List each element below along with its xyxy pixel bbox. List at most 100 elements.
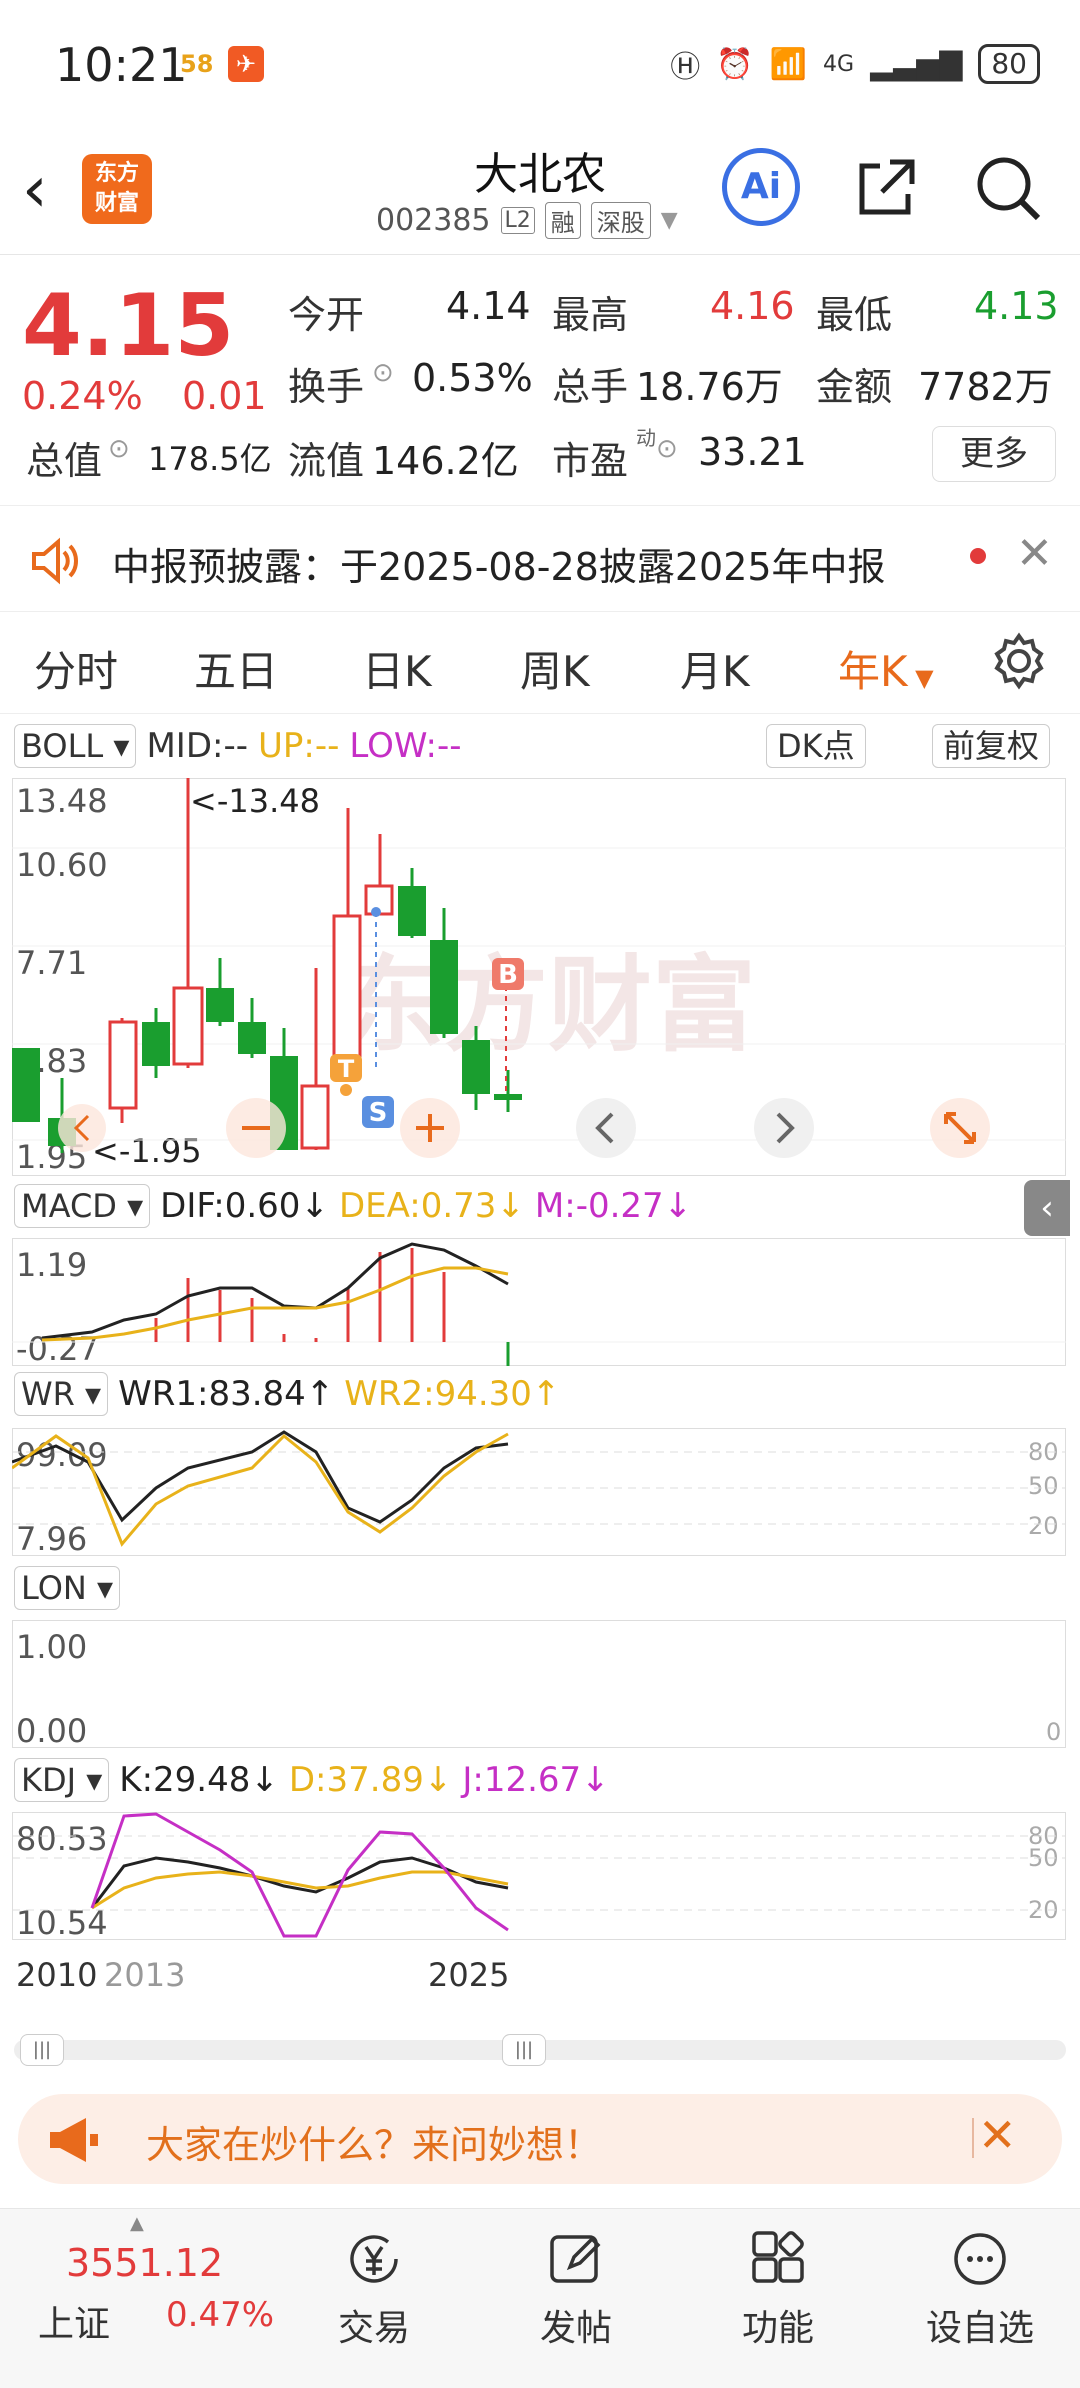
fullscreen-button[interactable] (930, 1098, 990, 1158)
x-axis-mid: 2013 (104, 1956, 186, 1994)
left-edge-button[interactable] (58, 1104, 106, 1152)
more-dots-icon (954, 2233, 1006, 2285)
ai-assistant-button[interactable]: Ai (722, 148, 800, 226)
margin-badge: 融 (544, 202, 581, 239)
chevron-up-icon[interactable]: ▲ (130, 2213, 144, 2234)
tab-yearly-k[interactable]: 年K ▼ (838, 638, 934, 699)
kdj-selector[interactable]: KDJ ▾ (14, 1758, 110, 1802)
wr-header: WR ▾ WR1:83.84↑ WR2:94.30↑ (14, 1370, 560, 1418)
notification-app-icon: ✈ (228, 46, 264, 82)
stock-name: 大北农 (474, 149, 606, 200)
float-value: 146.2亿 (372, 439, 519, 483)
svg-text:T: T (338, 1055, 355, 1083)
pe-sup: 动 (636, 426, 656, 450)
nav-trade[interactable]: 交易 (294, 2229, 454, 2351)
status-bar: 10:21 58 ✈ Ⓗ ⏰ 📶 4G ▂▃▅▇ 80 (0, 0, 1080, 130)
more-button[interactable]: 更多 (932, 426, 1056, 482)
market-dropdown[interactable]: 深股 (590, 202, 651, 239)
pe-value: 33.21 (698, 430, 807, 474)
yuan-icon (350, 2235, 398, 2283)
info-icon[interactable]: ⊙ (656, 434, 678, 464)
macd-dea: DEA:0.73↓ (338, 1186, 525, 1226)
svg-text:S: S (369, 1098, 388, 1128)
macd-header: MACD ▾ DIF:0.60↓ DEA:0.73↓ M:-0.27↓ (14, 1182, 692, 1230)
lon-selector[interactable]: LON ▾ (14, 1566, 121, 1610)
hd-icon: Ⓗ (670, 50, 701, 85)
info-icon[interactable]: ⊙ (372, 358, 394, 388)
info-icon[interactable]: ⊙ (108, 434, 130, 464)
signal-icon: ▂▃▅▇ (870, 46, 963, 82)
macd-m: M:-0.27↓ (534, 1186, 693, 1226)
notice-text: 中报预披露：于2025-08-28披露2025年中报 (112, 545, 886, 589)
t-marker[interactable]: T (330, 1054, 362, 1096)
clock: 10:21 (55, 38, 188, 92)
chevron-down-icon: ▼ (907, 664, 934, 692)
tab-weekly-k[interactable]: 周K (520, 638, 590, 699)
share-icon[interactable] (854, 156, 918, 220)
scroll-right-button[interactable] (754, 1098, 814, 1158)
zoom-out-button[interactable] (226, 1098, 286, 1158)
macd-selector[interactable]: MACD ▾ (14, 1184, 151, 1228)
buy-marker[interactable]: B (492, 958, 524, 990)
side-panel-toggle[interactable]: ‹ (1024, 1180, 1070, 1236)
index-name: 上证 (38, 2304, 111, 2345)
nav-add-watchlist[interactable]: 设自选 (900, 2229, 1060, 2351)
tab-daily-k[interactable]: 日K (362, 638, 432, 699)
open-label: 今开 (288, 293, 365, 337)
range-handle-right[interactable]: ||| (502, 2034, 546, 2066)
boll-header: BOLL ▾ MID:-- UP:-- LOW:-- (14, 722, 462, 770)
wr-svg (12, 1430, 1066, 1547)
lon-axis-max: 1.00 (16, 1628, 88, 1666)
low-label: 最低 (816, 293, 893, 337)
dk-points-button[interactable]: DK点 (766, 724, 866, 768)
zoom-in-button[interactable] (400, 1098, 460, 1158)
kdj-header: KDJ ▾ K:29.48↓ D:37.89↓ J:12.67↓ (14, 1756, 610, 1804)
bottom-navigation: ▲ 3551.12 上证 0.47% 交易 发帖 功能 设自选 (0, 2208, 1080, 2388)
wr-1: WR1:83.84↑ (118, 1374, 335, 1414)
range-handle-left[interactable]: ||| (20, 2034, 64, 2066)
nav-post[interactable]: 发帖 (496, 2229, 656, 2351)
network-type: 4G (823, 51, 855, 77)
close-icon[interactable]: ✕ (978, 2108, 1017, 2162)
volume-value: 18.76万 (636, 365, 783, 409)
amount-value: 7782万 (918, 365, 1053, 409)
x-axis-end: 2025 (428, 1956, 510, 1994)
close-icon[interactable]: ✕ (1016, 528, 1053, 579)
search-icon[interactable] (974, 154, 1044, 224)
adjust-button[interactable]: 前复权 (932, 724, 1051, 768)
scroll-left-button[interactable] (576, 1098, 636, 1158)
kdj-svg (12, 1812, 1066, 1938)
high-value: 4.16 (710, 284, 795, 328)
candle (12, 1048, 40, 1122)
unread-dot (970, 548, 986, 564)
volume-label: 总手 (552, 365, 629, 409)
macd-svg (12, 1242, 1066, 1366)
lon-chart[interactable] (12, 1620, 1066, 1748)
index-value[interactable]: 3551.12 (66, 2241, 223, 2285)
candle (300, 968, 330, 1150)
sell-marker[interactable]: S (362, 1096, 394, 1128)
kline-svg: B S T (12, 778, 1066, 1158)
tab-five-day[interactable]: 五日 (194, 638, 278, 699)
app-badge-58: 58 (180, 50, 214, 78)
tab-intraday[interactable]: 分时 (34, 638, 118, 699)
notice-bar[interactable]: 中报预披露：于2025-08-28披露2025年中报 (0, 508, 1080, 612)
ask-miaoxiang-banner[interactable]: 大家在炒什么？来问妙想！ ✕ (18, 2094, 1062, 2184)
wr-selector[interactable]: WR ▾ (14, 1372, 109, 1416)
boll-selector[interactable]: BOLL ▾ (14, 724, 137, 768)
promo-text: 大家在炒什么？来问妙想！ (146, 2123, 603, 2167)
tab-monthly-k[interactable]: 月K (680, 638, 750, 699)
boll-mid: MID:-- (146, 726, 249, 766)
gear-icon[interactable] (990, 632, 1048, 690)
wifi-icon: 📶 (769, 46, 808, 82)
last-price: 4.15 (22, 276, 235, 376)
turnover-label: 换手 (288, 365, 365, 409)
candle (364, 834, 394, 916)
alarm-icon: ⏰ (716, 46, 754, 82)
turnover-value: 0.53% (412, 356, 533, 400)
candle (494, 1070, 522, 1112)
nav-functions[interactable]: 功能 (698, 2229, 858, 2351)
pe-label: 市盈 (552, 439, 629, 483)
svg-text:B: B (498, 960, 518, 990)
x-axis-start: 2010 (16, 1956, 98, 1994)
